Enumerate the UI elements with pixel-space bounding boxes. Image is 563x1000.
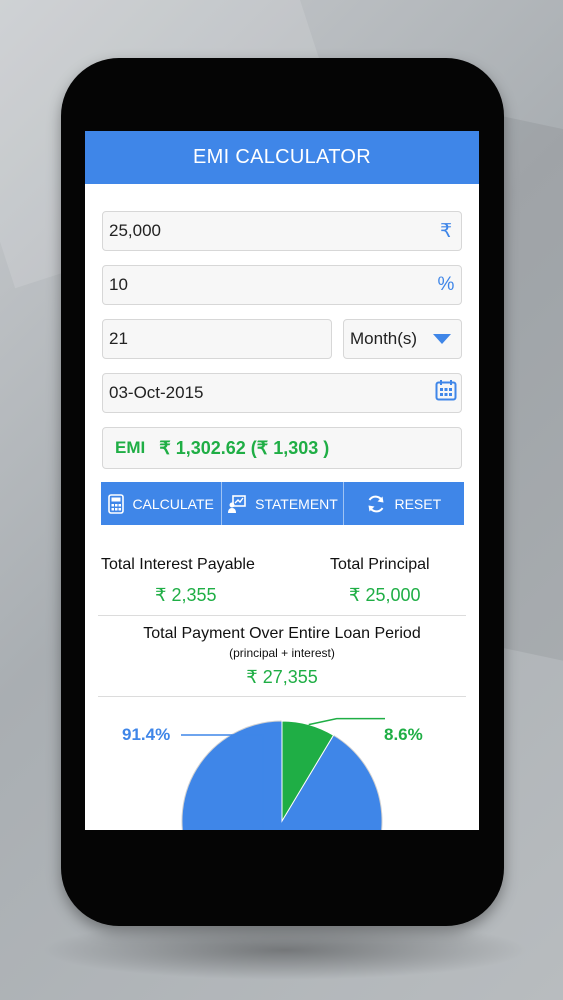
tenure-field[interactable]: 21 [102, 319, 332, 359]
total-principal-value: ₹ 25,000 [349, 585, 421, 605]
app-header: EMI CALCULATOR [85, 131, 479, 184]
total-payment-sublabel: (principal + interest) [229, 646, 335, 660]
divider [98, 696, 466, 697]
tenure-unit-value: Month(s) [350, 329, 418, 348]
action-button-row: CALCULATE STATEMENT RESET [101, 482, 464, 525]
loan-amount-value: 25,000 [109, 221, 161, 240]
emi-result-field: EMI ₹ 1,302.62 (₹ 1,303 ) [102, 427, 462, 469]
statement-button[interactable]: STATEMENT [221, 482, 343, 525]
tenure-unit-select[interactable]: Month(s) [343, 319, 462, 359]
tenure-value: 21 [109, 329, 128, 348]
calculate-label: CALCULATE [132, 495, 214, 512]
loan-amount-field[interactable]: 25,000 ₹ [102, 211, 462, 251]
pie-leader-line-interest [308, 717, 385, 726]
dropdown-caret-icon [433, 334, 451, 344]
emi-label: EMI [115, 438, 146, 457]
statement-icon [228, 494, 246, 513]
total-interest-label: Total Interest Payable [101, 556, 255, 573]
emi-value: ₹ 1,302.62 (₹ 1,303 ) [159, 437, 330, 458]
app-screen: EMI CALCULATOR 25,000 ₹ 10 % 21 Month(s)… [85, 131, 479, 830]
reset-label: RESET [394, 495, 442, 512]
percent-icon: % [437, 274, 455, 295]
total-payment-value: ₹ 27,355 [246, 667, 318, 687]
interest-rate-value: 10 [109, 275, 128, 294]
total-principal-label: Total Principal [330, 556, 430, 573]
pie-label-principal: 91.4% [122, 725, 171, 744]
start-date-field[interactable]: 03-Oct-2015 [102, 373, 462, 413]
pie-label-interest: 8.6% [384, 725, 423, 744]
statement-label: STATEMENT [255, 495, 338, 512]
calculator-icon [108, 493, 125, 514]
total-payment-label: Total Payment Over Entire Loan Period [143, 625, 421, 642]
rupee-icon: ₹ [439, 220, 453, 242]
total-interest-value: ₹ 2,355 [155, 585, 217, 605]
refresh-icon [368, 495, 384, 512]
app-title: EMI CALCULATOR [193, 146, 371, 168]
calendar-icon[interactable] [431, 379, 461, 407]
divider [98, 615, 466, 616]
start-date-value: 03-Oct-2015 [109, 383, 204, 402]
loan-breakdown-pie-chart [181, 717, 385, 830]
phone-shadow [40, 920, 530, 980]
reset-button[interactable]: RESET [342, 482, 464, 525]
calculate-button[interactable]: CALCULATE [101, 482, 222, 525]
interest-rate-field[interactable]: 10 % [102, 265, 462, 305]
